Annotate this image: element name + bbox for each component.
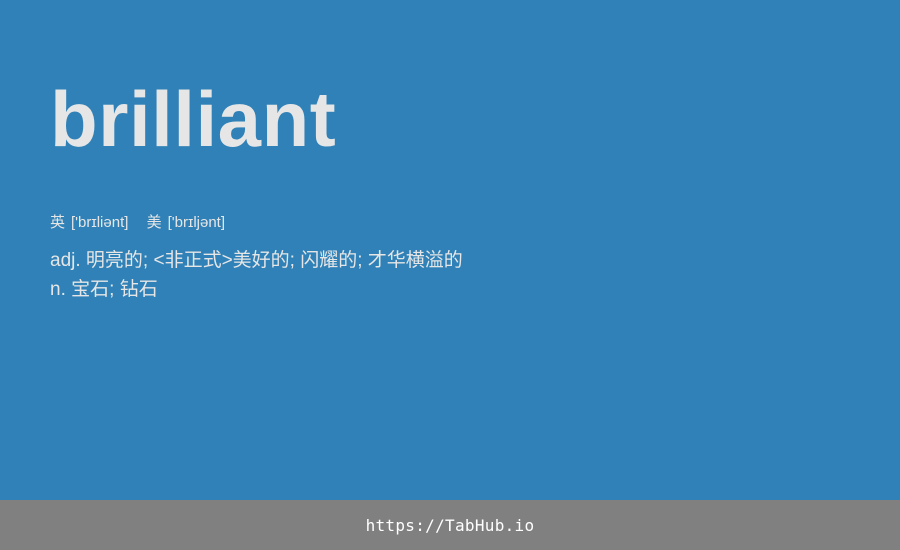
definition-pos: n.: [50, 279, 66, 300]
definition-noun: n. 宝石; 钻石: [50, 275, 463, 304]
definition-pos: adj.: [50, 250, 81, 271]
phonetic-uk: 英 ['brɪliənt]: [50, 213, 128, 233]
headword: brilliant: [50, 75, 337, 163]
phonetic-uk-ipa: ['brɪliənt]: [71, 214, 129, 231]
definition-adj: adj. 明亮的; <非正式>美好的; 闪耀的; 才华横溢的: [50, 246, 463, 275]
tabhub-link[interactable]: https://TabHub.io: [366, 516, 535, 535]
footer-bar: https://TabHub.io: [0, 500, 900, 550]
phonetic-uk-label: 英: [50, 214, 66, 231]
phonetic-us-label: 美: [146, 214, 162, 231]
phonetic-us-ipa: ['brɪljənt]: [167, 214, 226, 231]
word-card: brilliant 英 ['brɪliənt] 美 ['brɪljənt] adj.…: [0, 0, 900, 500]
definitions-list: adj. 明亮的; <非正式>美好的; 闪耀的; 才华横溢的 n. 宝石; 钻石: [50, 246, 463, 304]
phonetics-row: 英 ['brɪliənt] 美 ['brɪljənt]: [50, 213, 225, 233]
phonetic-us: 美 ['brɪljənt]: [147, 213, 225, 233]
definition-text: 明亮的; <非正式>美好的; 闪耀的; 才华横溢的: [85, 250, 463, 271]
definition-text: 宝石; 钻石: [71, 279, 158, 300]
